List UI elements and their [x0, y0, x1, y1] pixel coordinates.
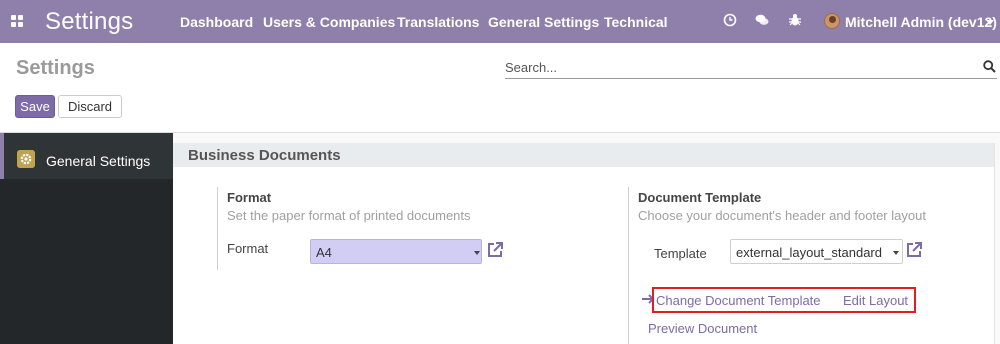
gear-icon [17, 150, 35, 168]
format-select[interactable]: A4 [310, 239, 482, 264]
format-description: Set the paper format of printed document… [227, 208, 471, 223]
format-select-value: A4 [316, 245, 332, 260]
format-block-border [217, 187, 218, 270]
chat-icon[interactable] [755, 13, 769, 27]
menu-dashboard[interactable]: Dashboard [180, 14, 253, 30]
template-select[interactable]: external_layout_standard [730, 239, 903, 264]
user-avatar[interactable] [824, 13, 840, 29]
template-description: Choose your document's header and footer… [638, 208, 926, 223]
external-link-icon[interactable] [486, 241, 504, 259]
search-input[interactable] [505, 57, 997, 79]
format-title: Format [227, 190, 272, 205]
search-icon[interactable] [983, 60, 996, 73]
external-link-icon[interactable] [905, 241, 923, 259]
section-title: Business Documents [188, 147, 341, 164]
sidebar-item-general-settings[interactable]: General Settings [0, 133, 173, 179]
section-header: Business Documents [173, 143, 994, 167]
active-indicator [0, 133, 4, 179]
page-title: Settings [16, 57, 95, 79]
top-navbar: Settings Dashboard Users & Companies Tra… [0, 0, 1000, 43]
apps-menu-icon[interactable] [11, 15, 23, 27]
sidebar-item-label: General Settings [46, 153, 151, 169]
sheet-border [994, 143, 995, 344]
save-button[interactable]: Save [15, 95, 55, 118]
clock-icon[interactable] [723, 13, 737, 27]
menu-users-companies[interactable]: Users & Companies [263, 14, 395, 30]
chevron-down-icon [474, 251, 480, 255]
preview-document-link[interactable]: Preview Document [648, 321, 757, 336]
highlight-box [652, 287, 916, 313]
user-menu[interactable]: Mitchell Admin (dev12) [845, 14, 997, 30]
bug-icon[interactable] [788, 13, 802, 27]
format-field-label: Format [227, 241, 269, 256]
menu-technical[interactable]: Technical [604, 14, 668, 30]
template-block-border [628, 187, 629, 344]
template-title: Document Template [638, 190, 762, 205]
template-select-value: external_layout_standard [736, 245, 882, 260]
chevron-down-icon[interactable] [986, 20, 994, 25]
chevron-down-icon [893, 251, 899, 255]
discard-button[interactable]: Discard [58, 95, 122, 118]
template-field-label: Template [654, 246, 707, 261]
menu-translations[interactable]: Translations [397, 14, 479, 30]
menu-general-settings[interactable]: General Settings [488, 14, 599, 30]
app-title[interactable]: Settings [45, 8, 133, 36]
settings-sidebar: General Settings [0, 133, 173, 344]
